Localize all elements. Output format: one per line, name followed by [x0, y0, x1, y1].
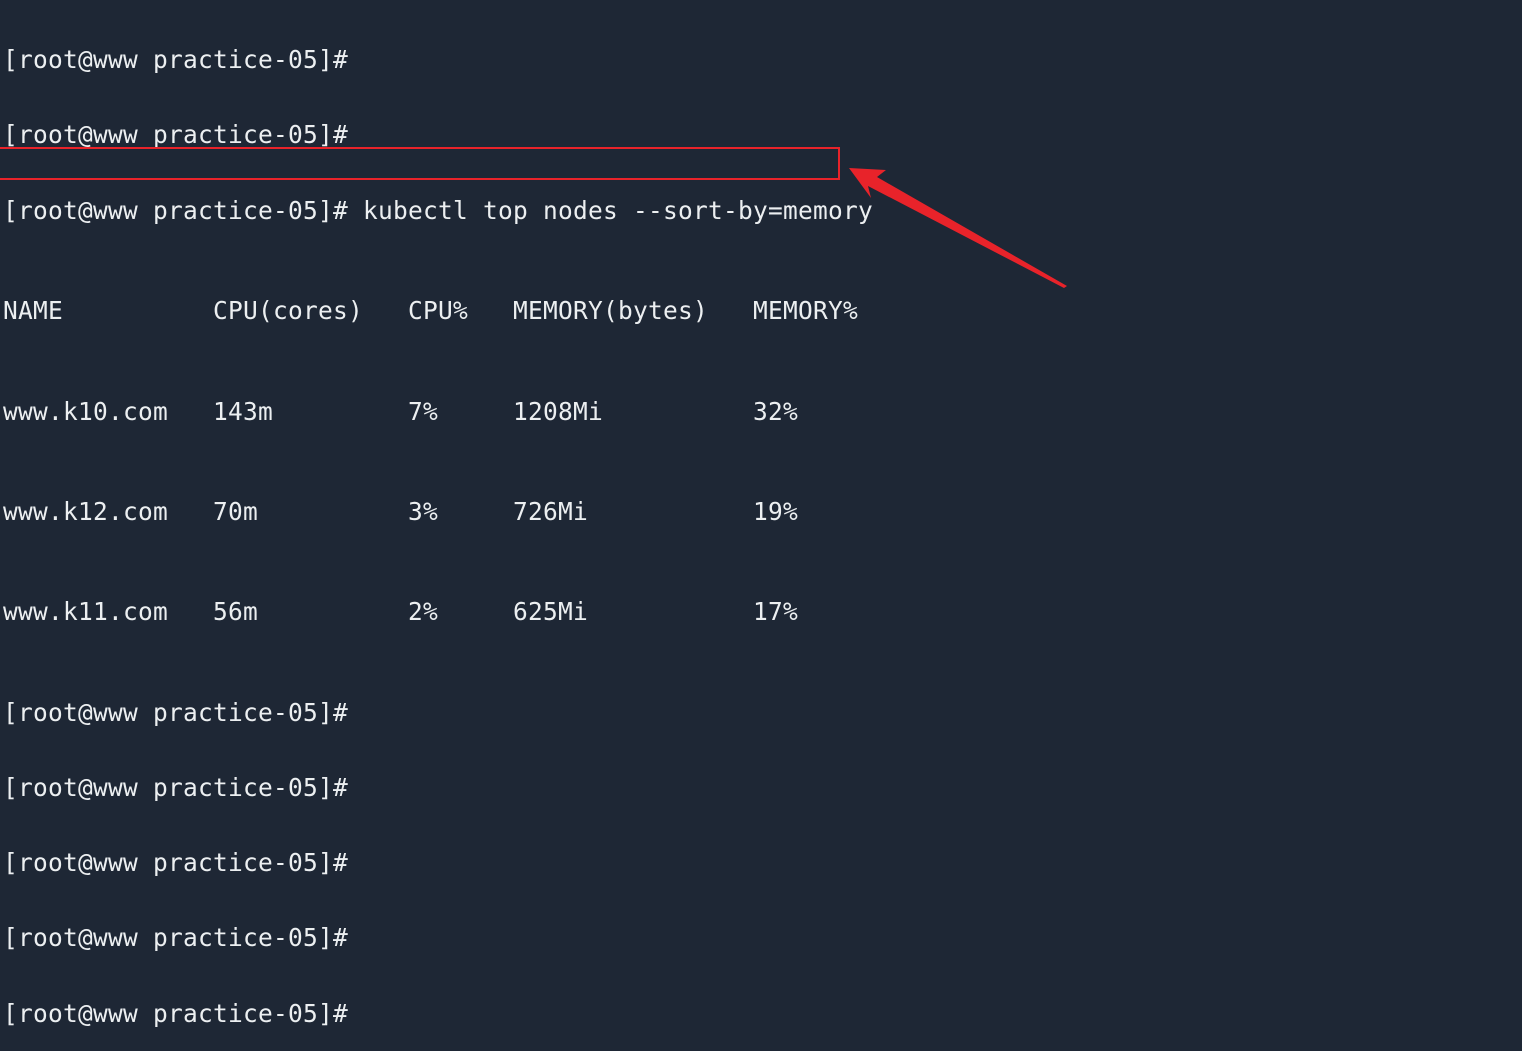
memory-bytes: 625Mi: [513, 597, 589, 627]
prompt-line: [root@www practice-05]#: [3, 925, 873, 950]
node-name: www.k11.com: [3, 597, 169, 627]
prompt-line: [root@www practice-05]#: [3, 850, 873, 875]
header-memory-percent: MEMORY%: [753, 296, 859, 326]
shell-prompt: [root@www practice-05]#: [3, 120, 349, 150]
shell-prompt: [root@www practice-05]#: [3, 923, 349, 953]
table-row: www.k10.com 143m 7% 1208Mi 32%: [3, 396, 873, 426]
header-memory-bytes: MEMORY(bytes): [513, 296, 709, 326]
header-cpu-percent: CPU%: [408, 296, 469, 326]
shell-prompt: [root@www practice-05]#: [3, 45, 349, 75]
node-name: www.k10.com: [3, 396, 169, 426]
memory-bytes: 726Mi: [513, 496, 589, 526]
cpu-percent: 7%: [408, 396, 439, 426]
prompt-line: [root@www practice-05]#: [3, 700, 873, 725]
terminal-output: [root@www practice-05]# [root@www practi…: [3, 0, 873, 1051]
table-header: NAME CPU(cores) CPU% MEMORY(bytes) MEMORY%: [3, 298, 873, 323]
prompt-line: [root@www practice-05]#: [3, 775, 873, 800]
memory-percent: 32%: [753, 396, 799, 426]
node-name: www.k12.com: [3, 496, 169, 526]
prompt-line: [root@www practice-05]# kubectl top node…: [3, 198, 873, 223]
cpu-percent: 2%: [408, 597, 439, 627]
shell-prompt: [root@www practice-05]#: [3, 848, 349, 878]
memory-percent: 19%: [753, 496, 799, 526]
prompt-line: [root@www practice-05]#: [3, 1001, 873, 1026]
shell-prompt: [root@www practice-05]#: [3, 195, 349, 225]
cpu-cores: 143m: [213, 396, 274, 426]
shell-prompt: [root@www practice-05]#: [3, 697, 349, 727]
command-text: kubectl top nodes --sort-by=memory: [348, 195, 874, 225]
header-cpu-cores: CPU(cores): [213, 296, 364, 326]
shell-prompt: [root@www practice-05]#: [3, 998, 349, 1028]
arrow-shape: [849, 168, 1067, 288]
prompt-line: [root@www practice-05]#: [3, 122, 873, 147]
cpu-cores: 56m: [213, 597, 259, 627]
table-row: www.k12.com 70m 3% 726Mi 19%: [3, 499, 873, 524]
memory-bytes: 1208Mi: [513, 396, 604, 426]
header-name: NAME: [3, 296, 64, 326]
shell-prompt: [root@www practice-05]#: [3, 772, 349, 802]
cpu-percent: 3%: [408, 496, 439, 526]
cpu-cores: 70m: [213, 496, 259, 526]
memory-percent: 17%: [753, 597, 799, 627]
prompt-line: [root@www practice-05]#: [3, 47, 873, 72]
table-row: www.k11.com 56m 2% 625Mi 17%: [3, 599, 873, 624]
